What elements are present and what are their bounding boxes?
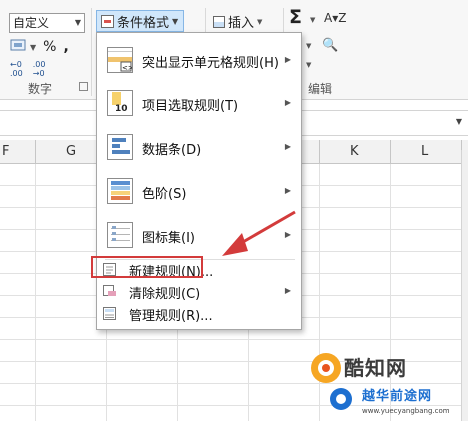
chevron-down-icon[interactable]: ▼ xyxy=(456,117,462,126)
color-scale-band xyxy=(111,181,130,185)
watermark-url: www.yuecyangbang.com xyxy=(362,407,450,415)
column-header[interactable]: F xyxy=(2,144,9,159)
data-bars-icon xyxy=(107,134,133,160)
menu-item-data-bars[interactable]: 数据条(D) ▶ xyxy=(97,129,301,167)
data-bar xyxy=(112,144,120,148)
menu-item-label: 管理规则(R)... xyxy=(129,309,213,324)
watermark: 酷知网 越华前途网 www.yuecyangbang.com xyxy=(306,344,468,421)
column-header[interactable]: L xyxy=(421,144,428,159)
chevron-down-icon: ▼ xyxy=(257,17,263,26)
data-bar xyxy=(112,150,130,154)
column-divider xyxy=(319,140,320,164)
menu-item-color-scales[interactable]: 色阶(S) ▶ xyxy=(97,173,301,211)
sort-filter-button[interactable]: A▾Z xyxy=(324,11,346,25)
decimal-buttons: ←0 .00 .00 →0 xyxy=(10,60,45,78)
top10-number: 10 xyxy=(115,104,128,114)
icon-set-dot xyxy=(112,226,116,229)
watermark-brand: 酷知网 xyxy=(344,356,407,380)
menu-item-label: 图标集(I) xyxy=(142,231,195,246)
color-scales-icon xyxy=(107,178,133,204)
conditional-format-icon xyxy=(101,14,114,28)
menu-item-clear-rules[interactable]: 清除规则(C) ▶ xyxy=(97,281,301,302)
icon-sets-icon xyxy=(107,222,133,248)
insert-label: 插入 xyxy=(228,16,255,31)
highlight-box xyxy=(91,256,203,278)
chevron-right-icon: ▶ xyxy=(284,286,291,295)
number-format-buttons: ▼ % , xyxy=(10,38,69,56)
column-header[interactable]: G xyxy=(66,144,76,159)
decrease-decimal-button[interactable]: .00 →0 xyxy=(33,60,46,78)
color-scale-band xyxy=(111,196,130,200)
site-logo-icon xyxy=(330,388,352,410)
color-scale-band xyxy=(111,186,130,190)
svg-text:<>: <> xyxy=(122,64,132,72)
menu-item-label: 项目选取规则(T) xyxy=(142,99,239,114)
clear-rules-icon xyxy=(103,285,116,296)
chevron-right-icon: ▶ xyxy=(284,142,291,151)
group-divider xyxy=(91,8,92,96)
dialog-launcher-icon[interactable] xyxy=(79,82,88,91)
number-group-label: 数字 xyxy=(28,82,53,96)
chevron-right-icon: ▶ xyxy=(284,55,291,64)
top10-icon: 10 xyxy=(107,90,133,116)
chevron-right-icon: ▶ xyxy=(284,186,291,195)
watermark-site-name: 越华前途网 xyxy=(362,389,433,404)
manage-rules-icon xyxy=(103,307,116,320)
column-header[interactable]: K xyxy=(350,144,359,159)
menu-item-icon-sets[interactable]: 图标集(I) ▶ xyxy=(97,217,301,255)
chevron-down-icon[interactable]: ▼ xyxy=(306,61,311,69)
column-divider xyxy=(35,140,36,164)
menu-item-label: 数据条(D) xyxy=(142,143,202,158)
chevron-down-icon[interactable]: ▼ xyxy=(310,16,315,24)
menu-item-highlight-cells-rules[interactable]: <> 突出显示单元格规则(H) ▶ xyxy=(97,41,301,79)
find-select-button[interactable]: 🔍 xyxy=(322,38,338,53)
icon-set-dot xyxy=(112,232,116,235)
menu-item-top-bottom-rules[interactable]: 10 项目选取规则(T) ▶ xyxy=(97,85,301,123)
conditional-format-menu: <> 突出显示单元格规则(H) ▶ 10 项目选取规则(T) ▶ 数据条(D) … xyxy=(96,32,302,330)
highlight-cells-icon: <> xyxy=(107,47,133,73)
menu-item-label: 色阶(S) xyxy=(142,187,187,202)
chevron-right-icon: ▶ xyxy=(284,98,291,107)
percent-style-button[interactable]: % xyxy=(43,39,56,55)
brand-logo-icon xyxy=(311,353,341,383)
color-scale-band xyxy=(111,191,130,195)
conditional-format-button[interactable]: 条件格式 ▼ xyxy=(96,10,184,32)
menu-item-label: 突出显示单元格规则(H) xyxy=(142,56,279,71)
menu-item-manage-rules[interactable]: 管理规则(R)... xyxy=(97,303,301,324)
edit-group-label: 编辑 xyxy=(308,82,333,96)
chevron-down-icon: ▼ xyxy=(74,18,81,27)
insert-cells-icon xyxy=(213,15,225,28)
chevron-down-icon[interactable]: ▼ xyxy=(306,42,311,50)
insert-button[interactable]: 插入 ▼ xyxy=(213,12,262,31)
conditional-format-label: 条件格式 xyxy=(117,15,170,31)
column-divider xyxy=(390,140,391,164)
number-format-value: 自定义 xyxy=(13,16,50,30)
menu-item-label: 清除规则(C) xyxy=(129,287,201,302)
accounting-icon xyxy=(10,39,26,51)
number-format-select[interactable]: 自定义 ▼ xyxy=(9,13,85,33)
chevron-down-icon: ▼ xyxy=(172,16,179,26)
chevron-right-icon: ▶ xyxy=(284,230,291,239)
chevron-down-icon[interactable]: ▼ xyxy=(30,43,36,52)
icon-set-dot xyxy=(112,238,116,241)
data-bar xyxy=(112,138,126,142)
comma-style-button[interactable]: , xyxy=(63,39,68,55)
increase-decimal-button[interactable]: ←0 .00 xyxy=(10,60,23,78)
autosum-button[interactable]: Σ xyxy=(289,6,302,28)
accounting-format-button[interactable] xyxy=(10,38,27,56)
